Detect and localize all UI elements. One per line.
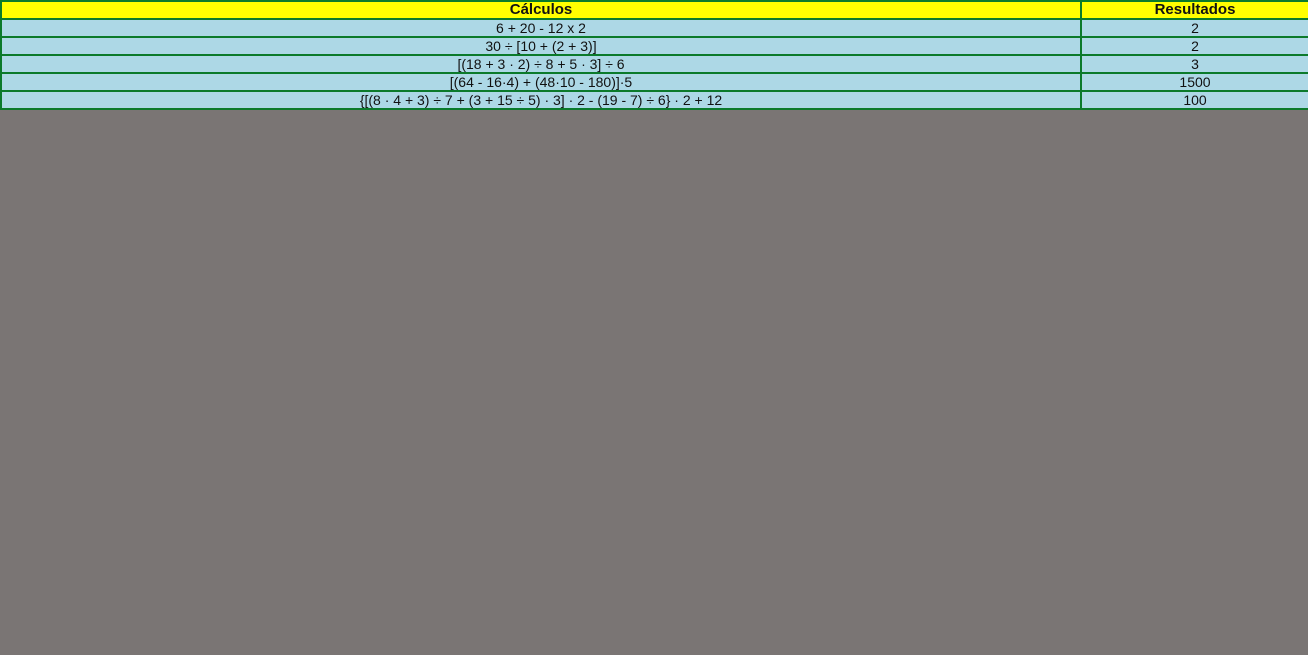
column-header-calculos: Cálculos [0,0,1082,20]
resultado-cell: 3 [1080,54,1308,74]
calculations-table: Cálculos Resultados 6 + 20 - 12 x 2 2 30… [0,0,1308,110]
calculo-cell: [(64 - 16·4) + (48·10 - 180)]·5 [0,72,1082,92]
table-row: {[(8 · 4 + 3) ÷ 7 + (3 + 15 ÷ 5) · 3] · … [0,90,1308,110]
table-header-row: Cálculos Resultados [0,0,1308,20]
calculo-cell: 6 + 20 - 12 x 2 [0,18,1082,38]
table-row: [(64 - 16·4) + (48·10 - 180)]·5 1500 [0,72,1308,92]
resultado-cell: 2 [1080,18,1308,38]
resultado-cell: 1500 [1080,72,1308,92]
calculo-cell: [(18 + 3 · 2) ÷ 8 + 5 · 3] ÷ 6 [0,54,1082,74]
table-row: [(18 + 3 · 2) ÷ 8 + 5 · 3] ÷ 6 3 [0,54,1308,74]
calculo-cell: 30 ÷ [10 + (2 + 3)] [0,36,1082,56]
column-header-resultados: Resultados [1080,0,1308,20]
resultado-cell: 100 [1080,90,1308,110]
table-row: 30 ÷ [10 + (2 + 3)] 2 [0,36,1308,56]
resultado-cell: 2 [1080,36,1308,56]
calculo-cell: {[(8 · 4 + 3) ÷ 7 + (3 + 15 ÷ 5) · 3] · … [0,90,1082,110]
table-row: 6 + 20 - 12 x 2 2 [0,18,1308,38]
